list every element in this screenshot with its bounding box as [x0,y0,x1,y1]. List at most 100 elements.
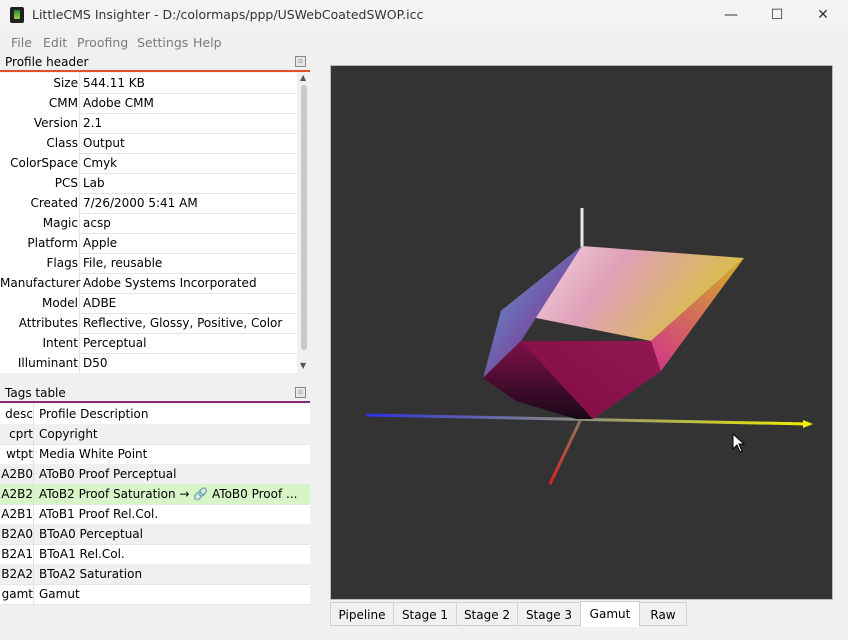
tag-row[interactable]: B2A1 BToA1 Rel.Col. [0,544,310,565]
profile-header-table: Size 544.11 KB CMM Adobe CMM Version 2.1 Cl… [0,73,297,373]
tag-description: BToA0 Perceptual [39,527,143,541]
tag-signature: B2A1 [0,544,34,564]
header-row[interactable]: Class Output [0,133,297,154]
profile-header-panel-title: Profile header ▫ [0,53,310,71]
tag-description: Profile Description [39,407,149,421]
maximize-button[interactable]: ☐ [754,0,800,31]
tag-description: Copyright [39,427,98,441]
tab-raw[interactable]: Raw [639,602,687,626]
tag-signature: A2B0 [0,464,34,484]
header-row[interactable]: Attributes Reflective, Glossy, Positive, … [0,313,297,334]
header-value: ADBE [83,296,117,310]
tag-signature: B2A2 [0,564,34,584]
tags-table: desc Profile Description cprt Copyright wt… [0,404,310,605]
tab-gamut[interactable]: Gamut [580,601,640,627]
tag-row[interactable]: B2A2 BToA2 Saturation [0,564,310,585]
menu-settings[interactable]: Settings [137,35,188,50]
tag-row[interactable]: cprt Copyright [0,424,310,445]
header-value: D50 [83,356,108,370]
header-value: Adobe CMM [83,96,154,110]
header-row[interactable]: Illuminant D50 [0,353,297,373]
header-value: 2.1 [83,116,103,130]
header-key: Version [0,113,80,133]
tag-signature: A2B1 [0,504,34,524]
tags-table-title: Tags table [5,386,66,400]
header-key: Class [0,133,80,153]
header-value: Reflective, Glossy, Positive, Color [83,316,283,330]
header-row[interactable]: PCS Lab [0,173,297,194]
menu-proofing[interactable]: Proofing [77,35,128,50]
scrollbar-thumb[interactable] [301,85,307,350]
b-axis-line [548,420,582,485]
tags-table-accent [0,401,310,403]
menu-bar: File Edit Proofing Settings Help [0,31,848,53]
scroll-up-icon[interactable]: ▲ [300,73,306,82]
tab-pipeline[interactable]: Pipeline [330,602,394,626]
header-row[interactable]: CMM Adobe CMM [0,93,297,114]
tag-row[interactable]: B2A0 BToA0 Perceptual [0,524,310,545]
tag-description: BToA1 Rel.Col. [39,547,125,561]
header-key: PCS [0,173,80,193]
header-row[interactable]: Intent Perceptual [0,333,297,354]
tag-row[interactable]: desc Profile Description [0,404,310,425]
profile-header-accent [0,70,310,72]
close-button[interactable]: ✕ [800,0,846,31]
tab-stage-2[interactable]: Stage 2 [456,602,518,626]
axis-arrow-icon [803,420,813,428]
header-row[interactable]: Manufacturer Adobe Systems Incorporated [0,273,297,294]
header-row[interactable]: Model ADBE [0,293,297,314]
header-value: Output [83,136,125,150]
tag-row-selected[interactable]: A2B2 AToB2 Proof Saturation → 🔗 AToB0 Pro… [0,484,310,505]
header-key: CMM [0,93,80,113]
header-value: Perceptual [83,336,147,350]
header-value: 7/26/2000 5:41 AM [83,196,198,210]
header-row[interactable]: Platform Apple [0,233,297,254]
tab-stage-1[interactable]: Stage 1 [393,602,457,626]
header-row[interactable]: Created 7/26/2000 5:41 AM [0,193,297,214]
header-value: Adobe Systems Incorporated [83,276,257,290]
undock-icon[interactable]: ▫ [295,387,306,398]
tag-row[interactable]: A2B1 AToB1 Proof Rel.Col. [0,504,310,525]
tag-signature: wtpt [0,444,34,464]
app-icon [10,7,24,23]
header-key: Flags [0,253,80,273]
tag-row[interactable]: gamt Gamut [0,584,310,605]
header-key: Attributes [0,313,80,333]
header-key: Created [0,193,80,213]
header-scrollbar[interactable]: ▲ ▼ [298,73,310,373]
undock-icon[interactable]: ▫ [295,56,306,67]
tag-description: BToA2 Saturation [39,567,143,581]
tags-table-panel-title: Tags table ▫ [0,384,310,402]
menu-file[interactable]: File [11,35,32,50]
gamut-solid-graphic [365,208,813,485]
header-row[interactable]: ColorSpace Cmyk [0,153,297,174]
tag-description: AToB1 Proof Rel.Col. [39,507,159,521]
header-row[interactable]: Flags File, reusable [0,253,297,274]
header-value: Lab [83,176,105,190]
window-title: LittleCMS Insighter - D:/colormaps/ppp/U… [32,7,424,22]
mouse-cursor-icon [732,433,746,453]
menu-help[interactable]: Help [193,35,222,50]
header-key: ColorSpace [0,153,80,173]
header-key: Model [0,293,80,313]
scroll-down-icon[interactable]: ▼ [300,361,306,370]
minimize-button[interactable]: — [708,0,754,31]
tag-row[interactable]: A2B0 AToB0 Proof Perceptual [0,464,310,485]
tag-signature: A2B2 [0,484,34,504]
header-row[interactable]: Magic acsp [0,213,297,234]
tag-signature: gamt [0,584,34,604]
title-bar: LittleCMS Insighter - D:/colormaps/ppp/U… [0,0,848,31]
header-key: Intent [0,333,80,353]
tag-signature: B2A0 [0,524,34,544]
tag-signature: cprt [0,424,34,444]
tab-stage-3[interactable]: Stage 3 [517,602,581,626]
header-row[interactable]: Version 2.1 [0,113,297,134]
header-value: Apple [83,236,118,250]
tag-row[interactable]: wtpt Media White Point [0,444,310,465]
menu-edit[interactable]: Edit [43,35,67,50]
header-key: Manufacturer [0,273,80,293]
tag-description: AToB0 Proof Perceptual [39,467,177,481]
header-row[interactable]: Size 544.11 KB [0,73,297,94]
gamut-3d-viewport[interactable] [330,65,833,600]
tag-description: Media White Point [39,447,148,461]
